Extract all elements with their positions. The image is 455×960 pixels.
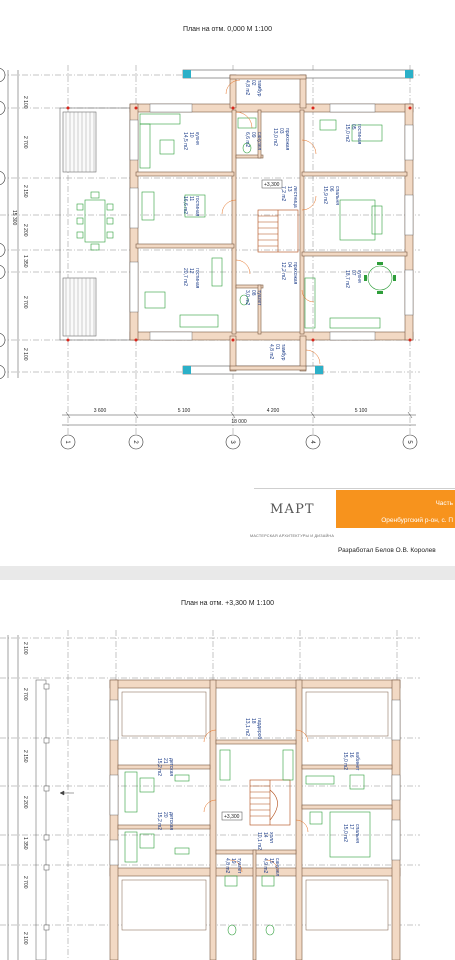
dim-bottom-3: 4 200	[267, 408, 280, 414]
svg-text:4,8 m2: 4,8 m2	[244, 80, 250, 96]
room-03: прихожая 03 13,0 m2	[272, 128, 290, 151]
level-mark: +3,300	[264, 182, 280, 188]
svg-text:12,2 m2: 12,2 m2	[280, 262, 286, 280]
room-05: гостиная 05 15,0 m2	[344, 124, 362, 145]
s2-dim-left-4: 2 200	[22, 796, 28, 809]
studio-logo-subtitle: МАСТЕРСКАЯ АРХИТЕКТУРЫ И ДИЗАЙНА	[250, 534, 335, 538]
stamp-divider	[254, 488, 455, 489]
room-01: тамбур 01 4,8 m2	[268, 344, 286, 361]
ground-floor-plan: 2 100 2 700 2 150 2 200 1 350 2 700 2 10…	[0, 65, 420, 450]
room-10: кухня 10 14,5 m2	[182, 132, 200, 150]
room-12: гостиная 12 20,7 m2	[182, 268, 200, 289]
staircase	[257, 209, 299, 253]
dim-left-1: 2 100	[22, 96, 28, 109]
svg-text:4,8 m2: 4,8 m2	[268, 344, 274, 360]
svg-text:4,8 m2: 4,8 m2	[224, 858, 230, 874]
svg-text:13,1 m2: 13,1 m2	[244, 718, 250, 736]
svg-text:3,0 m2: 3,0 m2	[244, 290, 250, 306]
s2-dim-left-2: 2 700	[22, 688, 28, 701]
svg-text:16,6 m2: 16,6 m2	[182, 196, 188, 214]
author-line: Разработал Белов О.В. Королев	[338, 547, 436, 554]
s2-dim-left-1: 2 100	[22, 642, 28, 655]
dim-left-2: 2 700	[22, 136, 28, 149]
svg-text:15,9 m2: 15,9 m2	[322, 186, 328, 204]
terrace	[59, 107, 131, 341]
room-02: тамбур 02 4,8 m2	[244, 80, 262, 97]
second-floor-plan: 2 100 2 700 2 150 2 200 1 350 2 700 2 10…	[0, 630, 420, 960]
room-06: спальня 06 15,9 m2	[322, 186, 340, 205]
dim-left-5: 1 350	[22, 255, 28, 268]
svg-text:4,9 m2: 4,9 m2	[262, 858, 268, 874]
svg-text:20,7 m2: 20,7 m2	[182, 268, 188, 286]
sheet-separator	[0, 566, 455, 580]
svg-text:14,5 m2: 14,5 m2	[182, 132, 188, 150]
stamp-line-2: Оренбургский р-он, с. П	[381, 517, 453, 524]
room-07: кухня 07 18,7 m2	[344, 270, 362, 288]
s2-dim-left-6: 2 700	[22, 876, 28, 889]
s2-staircase	[249, 779, 291, 826]
svg-text:15,0 m2: 15,0 m2	[342, 824, 348, 842]
svg-text:18,7 m2: 18,7 m2	[344, 270, 350, 288]
s2-level-mark: +3,300	[224, 814, 240, 820]
svg-text:6,6 m2: 6,6 m2	[244, 132, 250, 148]
room-08: туалет 08 3,0 m2	[244, 290, 262, 306]
ground-floor-sheet: План на отм. 0,000 М 1:100 2 100 2 700 2…	[0, 0, 455, 566]
dim-bottom-1: 3 600	[94, 408, 107, 414]
s2-room-18: гардероб 18 13,1 m2	[244, 718, 262, 739]
room-04: прихожая 04 12,2 m2	[280, 262, 298, 285]
dim-left-4: 2 200	[22, 224, 28, 237]
svg-text:15,2 m2: 15,2 m2	[156, 812, 162, 830]
dim-bottom-4: 5 100	[355, 408, 368, 414]
svg-text:15,2 m2: 15,2 m2	[156, 758, 162, 776]
svg-text:15,0 m2: 15,0 m2	[342, 752, 348, 770]
s2-dim-left-3: 2 150	[22, 750, 28, 763]
s2-dim-left-7: 2 100	[22, 932, 28, 945]
stamp-line-1: Часть	[435, 500, 453, 507]
svg-text:13,0 m2: 13,0 m2	[272, 128, 278, 146]
dim-left-6: 2 700	[22, 296, 28, 309]
room-13: лестница 13 7,2 m2	[280, 186, 298, 208]
s2-room-17: спальня 17 15,0 m2	[342, 824, 360, 843]
dim-bottom-2: 5 100	[178, 408, 191, 414]
room-09: санузел 09 6,6 m2	[244, 132, 262, 150]
terrace-table	[76, 191, 114, 251]
svg-text:15,0 m2: 15,0 m2	[344, 124, 350, 142]
svg-text:10,1 m2: 10,1 m2	[256, 832, 262, 850]
svg-text:7,2 m2: 7,2 m2	[280, 186, 286, 202]
title-stamp: Часть Оренбургский р-он, с. П	[336, 490, 455, 528]
s2-room-14: холл 14 10,1 m2	[256, 832, 274, 850]
dim-left-3: 2 150	[22, 185, 28, 198]
dim-left-7: 2 100	[22, 348, 28, 361]
dim-bottom-total: 18 000	[231, 419, 247, 425]
second-floor-sheet: План на отм. +3,300 М 1:100 2 100 2 700 …	[0, 580, 455, 960]
dim-left-total: 15 300	[11, 210, 17, 226]
s2-dim-left-5: 1 350	[22, 837, 28, 850]
room-11: гостиная 11 16,6 m2	[182, 196, 200, 217]
studio-logo: МАРТ	[270, 502, 315, 517]
